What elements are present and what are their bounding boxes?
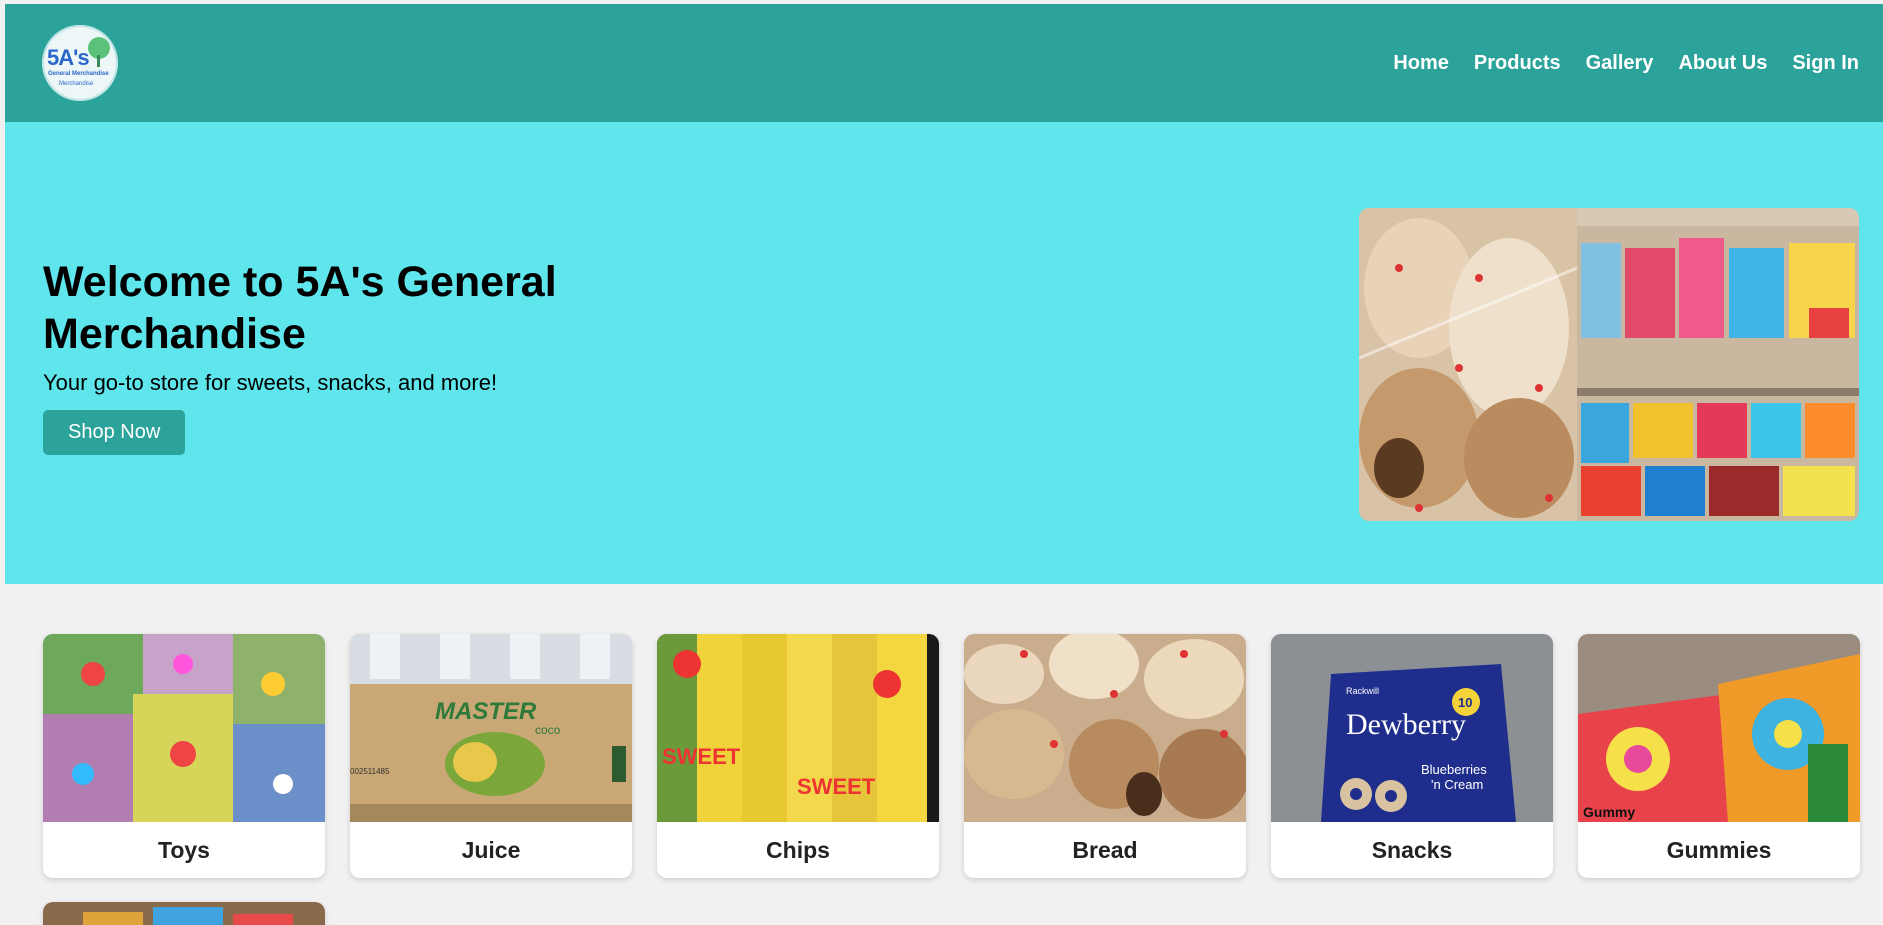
nav-about-us[interactable]: About Us: [1678, 52, 1767, 75]
hero-image: [1359, 208, 1859, 521]
hero-title: Welcome to 5A's General Merchandise: [43, 258, 557, 358]
logo-subtext-2: Merchandise: [59, 81, 94, 87]
category-grid: Toys MASTER coco 002511485 Juice SWEET S…: [43, 634, 1860, 925]
partial-category-image: [43, 902, 325, 925]
hero-section: Welcome to 5A's General Merchandise Your…: [5, 122, 1883, 584]
site-header: 5A's General Merchandise Merchandise Hom…: [5, 4, 1883, 122]
logo-subtext: General Merchandise: [48, 71, 109, 77]
nav-home[interactable]: Home: [1393, 52, 1449, 75]
gummies-image: Gummy: [1578, 634, 1860, 822]
svg-text:MASTER: MASTER: [435, 698, 537, 725]
svg-text:Gummy: Gummy: [1583, 804, 1635, 820]
svg-text:Blueberries: Blueberries: [1421, 762, 1487, 777]
category-card-bread[interactable]: Bread: [964, 634, 1246, 878]
category-label: Gummies: [1666, 837, 1772, 863]
hero-subtitle: Your go-to store for sweets, snacks, and…: [43, 370, 498, 395]
category-label: Toys: [158, 837, 210, 863]
category-card-toys[interactable]: Toys: [43, 634, 325, 878]
category-label: Chips: [766, 837, 830, 863]
toys-image: [43, 634, 325, 822]
svg-text:002511485: 002511485: [350, 767, 390, 776]
svg-text:Rackwill: Rackwill: [1346, 686, 1379, 696]
shop-now-button[interactable]: Shop Now: [43, 410, 186, 455]
svg-text:'n Cream: 'n Cream: [1431, 777, 1483, 792]
category-label: Juice: [461, 837, 521, 863]
category-card-snacks[interactable]: Rackwill Dewberry Blueberries 'n Cream 1…: [1271, 634, 1553, 878]
logo-text: 5A's: [47, 45, 90, 70]
hero-text: Welcome to 5A's General Merchandise Your…: [43, 256, 663, 455]
category-card-gummies[interactable]: Gummy Gummies: [1578, 634, 1860, 878]
svg-text:coco: coco: [535, 723, 561, 737]
category-label: Snacks: [1371, 837, 1453, 863]
nav-products[interactable]: Products: [1474, 52, 1561, 75]
bread-image: [964, 634, 1246, 822]
main-nav: Home Products Gallery About Us Sign In: [1393, 52, 1859, 75]
store-logo[interactable]: 5A's General Merchandise Merchandise: [42, 25, 118, 101]
juice-image: MASTER coco 002511485: [350, 634, 632, 822]
nav-gallery[interactable]: Gallery: [1586, 52, 1654, 75]
page: 5A's General Merchandise Merchandise Hom…: [0, 0, 1883, 925]
nav-sign-in[interactable]: Sign In: [1792, 52, 1859, 75]
category-card-partial[interactable]: [43, 902, 325, 925]
svg-text:Dewberry: Dewberry: [1346, 708, 1466, 741]
category-label: Bread: [1072, 837, 1138, 863]
snacks-image: Rackwill Dewberry Blueberries 'n Cream 1…: [1271, 634, 1553, 822]
category-card-juice[interactable]: MASTER coco 002511485 Juice: [350, 634, 632, 878]
svg-text:SWEET: SWEET: [662, 744, 741, 769]
category-card-chips[interactable]: SWEET SWEET Chips: [657, 634, 939, 878]
svg-text:SWEET: SWEET: [797, 774, 876, 799]
svg-text:10: 10: [1458, 695, 1472, 710]
chips-image: SWEET SWEET: [657, 634, 939, 822]
